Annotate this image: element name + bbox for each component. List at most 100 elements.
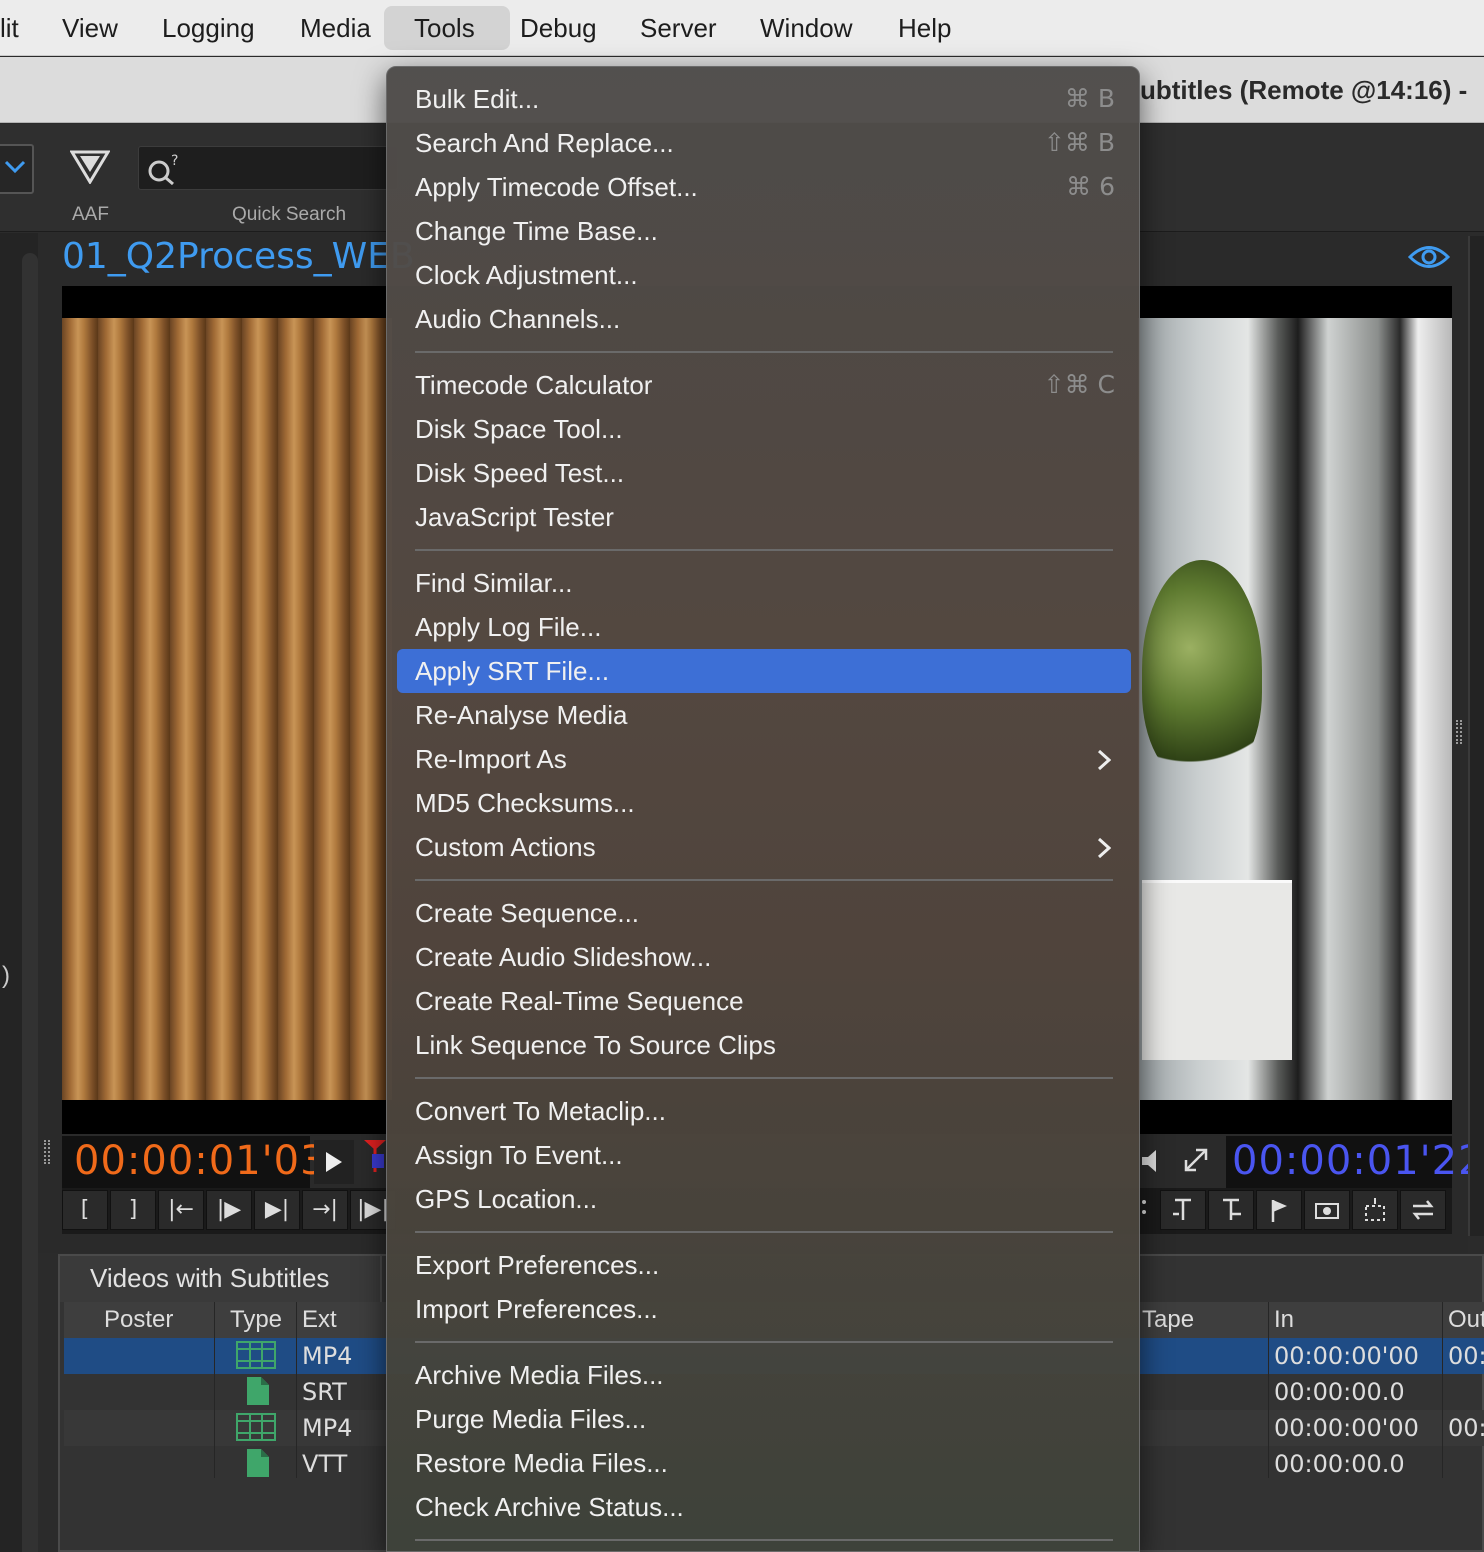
insert-edit-button[interactable] [1160,1190,1206,1230]
left-rail [22,253,38,1552]
menu-item-label: Restore Media Files... [415,1448,668,1478]
menu-item-create-sequence[interactable]: Create Sequence... [397,891,1131,935]
expand-icon[interactable] [1182,1146,1210,1174]
column-out[interactable]: Out [1448,1302,1484,1338]
menu-item-label: Assign To Event... [415,1140,623,1170]
aaf-icon[interactable] [70,150,110,184]
play-in-to-out-button[interactable]: |▶ [206,1190,252,1230]
menu-item-label: Import Preferences... [415,1294,658,1324]
mark-in-button[interactable]: [ [62,1190,108,1230]
menu-separator [415,879,1113,881]
insert-edit-icon [1173,1198,1191,1220]
menu-separator [415,1077,1113,1079]
menu-item-md5-checksums[interactable]: MD5 Checksums... [397,781,1131,825]
menu-item-label: Convert To Metaclip... [415,1096,666,1126]
column-separator [296,1302,297,1478]
view-dropdown[interactable] [0,144,34,194]
menu-item-re-import-as[interactable]: Re-Import As [397,737,1131,781]
row-ext: MP4 [302,1342,353,1370]
menu-item-restore-media-files[interactable]: Restore Media Files... [397,1441,1131,1485]
resize-grip[interactable] [1456,720,1462,744]
menu-item-label: Link Sequence To Source Clips [415,1030,776,1060]
menu-item-import-preferences[interactable]: Import Preferences... [397,1287,1131,1331]
row-ext: MP4 [302,1414,353,1442]
right-panel-strip [1468,236,1484,1236]
menu-item-disk-space-tool[interactable]: Disk Space Tool... [397,407,1131,451]
quick-search-label: Quick Search [232,204,347,225]
menu-item-gps-location[interactable]: GPS Location... [397,1177,1131,1221]
resize-grip-left[interactable] [44,1140,50,1164]
menu-help[interactable]: Help [886,6,963,50]
menu-view[interactable]: View [50,6,130,50]
menu-logging[interactable]: Logging [150,6,267,50]
menu-tools[interactable]: Tools [384,6,510,50]
step-forward-button[interactable]: ▶| [254,1190,300,1230]
go-to-out-button[interactable]: →| [302,1190,348,1230]
menu-item-link-sequence-to-source-clips[interactable]: Link Sequence To Source Clips [397,1023,1131,1067]
volume-icon[interactable] [1140,1148,1164,1174]
menu-item-timecode-calculator[interactable]: Timecode Calculator ⇧⌘ C [397,363,1131,407]
menu-separator [415,1231,1113,1233]
menu-item-clock-adjustment[interactable]: Clock Adjustment... [397,253,1131,297]
more-icon[interactable] [1140,1194,1150,1224]
menu-item-label: Find Similar... [415,568,573,598]
quick-search-input[interactable]: ? [138,146,398,190]
menu-item-archive-media-files[interactable]: Archive Media Files... [397,1353,1131,1397]
loop-button[interactable] [1400,1190,1446,1230]
menu-window[interactable]: Window [748,6,864,50]
menu-item-search-and-replace[interactable]: Search And Replace... ⇧⌘ B [397,121,1131,165]
column-separator [1268,1302,1269,1478]
menu-item-disk-speed-test[interactable]: Disk Speed Test... [397,451,1131,495]
bin-tab-videos-with-subtitles[interactable]: Videos with Subtitles [60,1256,382,1302]
menu-server[interactable]: Server [628,6,729,50]
menu-item-label: Timecode Calculator [415,370,653,400]
menu-item-create-audio-slideshow[interactable]: Create Audio Slideshow... [397,935,1131,979]
menu-item-convert-to-metaclip[interactable]: Convert To Metaclip... [397,1089,1131,1133]
column-type[interactable]: Type [230,1302,282,1338]
menu-debug[interactable]: Debug [508,6,609,50]
row-in: 00:00:00'00 [1274,1342,1419,1370]
video-plant [1142,560,1262,780]
column-in[interactable]: In [1274,1302,1294,1338]
snapshot-button[interactable] [1304,1190,1350,1230]
menu-item-apply-srt-file[interactable]: Apply SRT File... [397,649,1131,693]
column-tape[interactable]: Tape [1142,1302,1194,1338]
menu-item-assign-to-event[interactable]: Assign To Event... [397,1133,1131,1177]
menu-item-bulk-edit[interactable]: Bulk Edit... ⌘ B [397,77,1131,121]
overwrite-edit-button[interactable] [1208,1190,1254,1230]
menu-item-apply-log-file[interactable]: Apply Log File... [397,605,1131,649]
mark-out-button[interactable]: ] [110,1190,156,1230]
menu-item-create-real-time-sequence[interactable]: Create Real-Time Sequence [397,979,1131,1023]
menu-item-change-time-base[interactable]: Change Time Base... [397,209,1131,253]
menu-item-shortcut: ⇧⌘ C [1043,370,1115,399]
row-in: 00:00:00.0 [1274,1378,1405,1406]
menu-separator [415,1341,1113,1343]
menu-item-purge-media-files[interactable]: Purge Media Files... [397,1397,1131,1441]
menu-item-find-similar[interactable]: Find Similar... [397,561,1131,605]
menu-separator [415,351,1113,353]
menu-item-label: Bulk Edit... [415,84,540,114]
menu-edit[interactable]: lit [0,6,31,50]
playhead-marker-icon[interactable] [362,1138,388,1172]
video-image [62,318,392,1100]
menu-item-apply-timecode-offset[interactable]: Apply Timecode Offset... ⌘ 6 [397,165,1131,209]
menu-item-javascript-tester[interactable]: JavaScript Tester [397,495,1131,539]
play-button[interactable] [314,1140,354,1184]
menu-item-custom-actions[interactable]: Custom Actions [397,825,1131,869]
menu-item-audio-channels[interactable]: Audio Channels... [397,297,1131,341]
magic-button[interactable] [1352,1190,1398,1230]
menu-media[interactable]: Media [288,6,383,50]
timecode-in[interactable]: 00:00:01'03 [74,1138,327,1184]
go-to-in-button[interactable]: |← [158,1190,204,1230]
column-poster[interactable]: Poster [104,1302,173,1338]
menu-item-re-analyse-media[interactable]: Re-Analyse Media [397,693,1131,737]
add-marker-button[interactable] [1256,1190,1302,1230]
timecode-out[interactable]: 00:00:01'22 [1232,1138,1484,1184]
video-cabinet [1142,880,1292,1060]
menu-item-export-preferences[interactable]: Export Preferences... [397,1243,1131,1287]
eye-icon[interactable] [1408,240,1450,274]
column-ext[interactable]: Ext [302,1302,337,1338]
menu-item-check-archive-status[interactable]: Check Archive Status... [397,1485,1131,1529]
column-separator [214,1302,215,1478]
menu-item-shortcut: ⌘ 6 [1066,172,1115,201]
